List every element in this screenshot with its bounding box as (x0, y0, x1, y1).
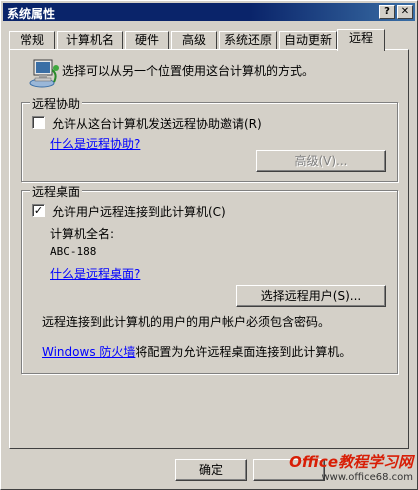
computer-network-icon (29, 59, 59, 88)
remote-assistance-legend: 远程协助 (30, 95, 83, 112)
tab-computer-name[interactable]: 计算机名 (57, 31, 123, 50)
ok-button[interactable]: 确定 (175, 459, 247, 481)
remote-desktop-legend: 远程桌面 (30, 183, 83, 200)
tab-automatic-updates[interactable]: 自动更新 (279, 31, 337, 50)
remote-assistance-checkbox-label[interactable]: 允许从这台计算机发送远程协助邀请(R) (52, 115, 262, 132)
full-computer-name-value: ABC-188 (50, 245, 97, 258)
watermark-url: www.office68.com (321, 472, 414, 483)
select-remote-users-button[interactable]: 选择远程用户(S)... (236, 285, 386, 307)
advanced-button[interactable]: 高级(V)... (256, 150, 386, 172)
tab-advanced[interactable]: 高级 (171, 31, 217, 50)
window-title: 系统属性 (7, 7, 56, 21)
close-icon[interactable]: ✕ (397, 5, 413, 19)
tab-general[interactable]: 常规 (9, 31, 55, 50)
tab-strip: 常规 计算机名 硬件 高级 系统还原 自动更新 远程 (9, 29, 413, 51)
firewall-line: Windows 防火墙将配置为允许远程桌面连接到此计算机。 (42, 343, 351, 360)
title-bar[interactable]: 系统属性 ? ✕ (3, 3, 415, 21)
remote-desktop-checkbox[interactable]: ✓ (32, 204, 45, 217)
what-is-remote-assistance-link[interactable]: 什么是远程协助? (50, 135, 140, 152)
remote-desktop-group: 远程桌面 ✓ 允许用户远程连接到此计算机(C) 计算机全名: ABC-188 什… (21, 183, 398, 374)
help-button[interactable]: ? (379, 5, 395, 19)
remote-desktop-checkbox-label[interactable]: 允许用户远程连接到此计算机(C) (52, 203, 226, 220)
system-properties-window: 系统属性 ? ✕ 常规 计算机名 硬件 高级 系统还原 自动更新 远程 选择可以… (0, 0, 418, 490)
remote-assistance-group: 远程协助 允许从这台计算机发送远程协助邀请(R) 什么是远程协助? 高级(V).… (21, 95, 398, 182)
watermark: Office教程学习网 www.office68.com (289, 451, 413, 483)
remote-assistance-checkbox[interactable] (32, 116, 45, 129)
remote-tab-panel: 选择可以从另一个位置使用这台计算机的方式。 远程协助 允许从这台计算机发送远程协… (9, 49, 409, 449)
watermark-brand: Office教程学习网 (289, 453, 413, 471)
intro-text: 选择可以从另一个位置使用这台计算机的方式。 (62, 64, 315, 78)
tab-system-restore[interactable]: 系统还原 (219, 31, 277, 50)
tab-hardware[interactable]: 硬件 (125, 31, 169, 50)
tab-remote[interactable]: 远程 (337, 29, 385, 51)
firewall-text: 将配置为允许远程桌面连接到此计算机。 (135, 345, 352, 359)
what-is-remote-desktop-link[interactable]: 什么是远程桌面? (50, 265, 140, 282)
password-note: 远程连接到此计算机的用户的用户帐户必须包含密码。 (42, 315, 331, 329)
windows-firewall-link[interactable]: Windows 防火墙 (42, 345, 135, 359)
full-computer-name-label: 计算机全名: (50, 227, 115, 241)
